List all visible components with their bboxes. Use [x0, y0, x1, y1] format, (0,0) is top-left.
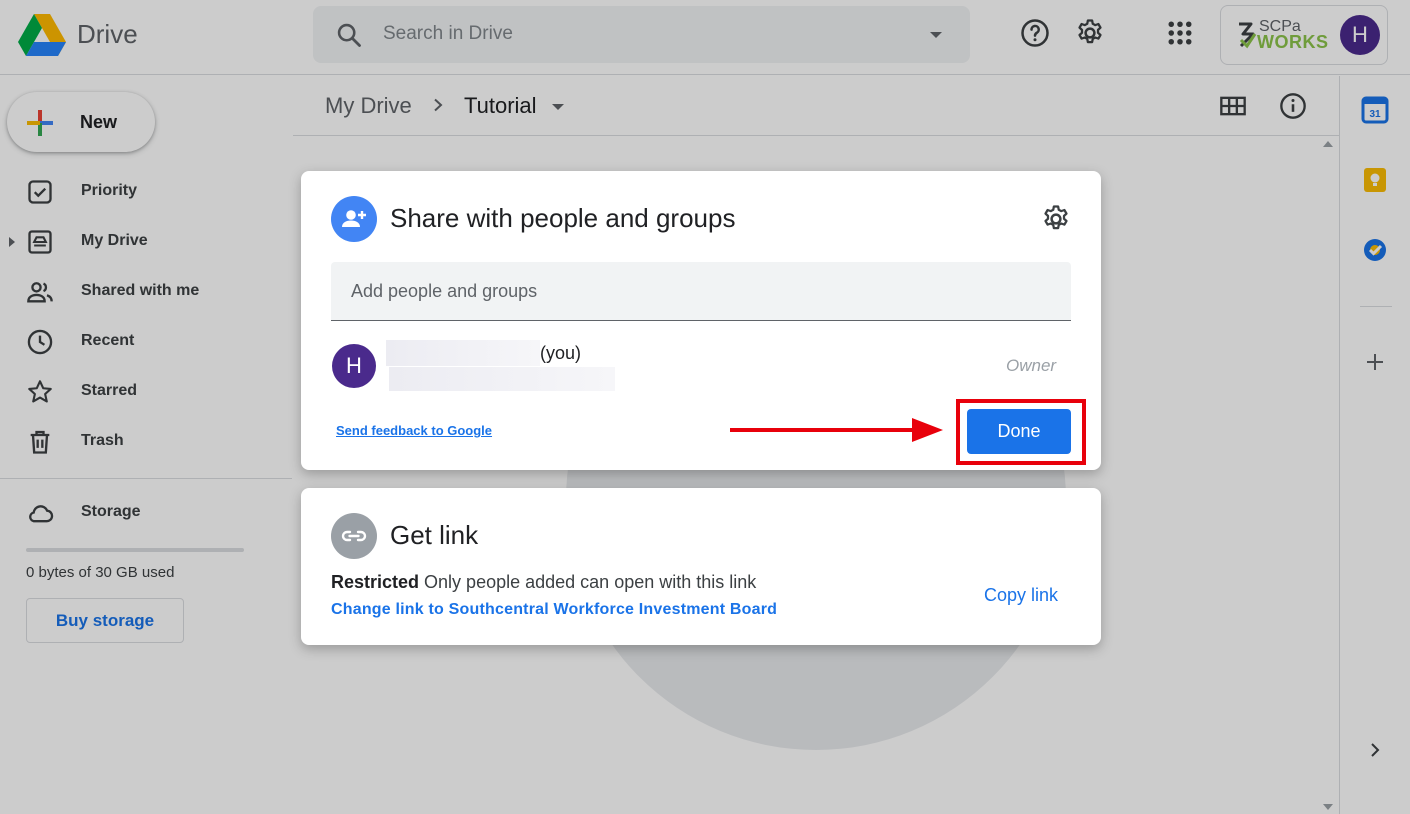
done-button[interactable]: Done: [967, 409, 1071, 454]
share-dialog-title: Share with people and groups: [390, 203, 736, 233]
link-restriction-text: Restricted Only people added can open wi…: [331, 572, 756, 593]
send-feedback-link[interactable]: Send feedback to Google: [336, 423, 492, 438]
red-arrow-annotation: [730, 418, 943, 442]
restriction-description: Only people added can open with this lin…: [424, 572, 757, 592]
get-link-title: Get link: [390, 520, 479, 550]
person-role: Owner: [1006, 356, 1057, 375]
sharing-settings-gear-icon[interactable]: [1041, 204, 1071, 234]
redacted-name: [386, 340, 540, 366]
person-you-label: (you): [540, 343, 582, 363]
copy-link-button[interactable]: Copy link: [984, 585, 1058, 606]
get-link-dialog: Get link Restricted Only people added ca…: [301, 488, 1101, 645]
share-dialog: Share with people and groups H (you) Own…: [301, 171, 1101, 470]
change-link-button[interactable]: Change link to Southcentral Workforce In…: [331, 601, 777, 619]
link-icon: [331, 513, 377, 559]
add-person-icon: [331, 196, 377, 242]
person-avatar: H: [332, 344, 376, 388]
redacted-email: [389, 367, 615, 391]
add-people-input[interactable]: [331, 262, 1071, 321]
restriction-level: Restricted: [331, 572, 420, 592]
